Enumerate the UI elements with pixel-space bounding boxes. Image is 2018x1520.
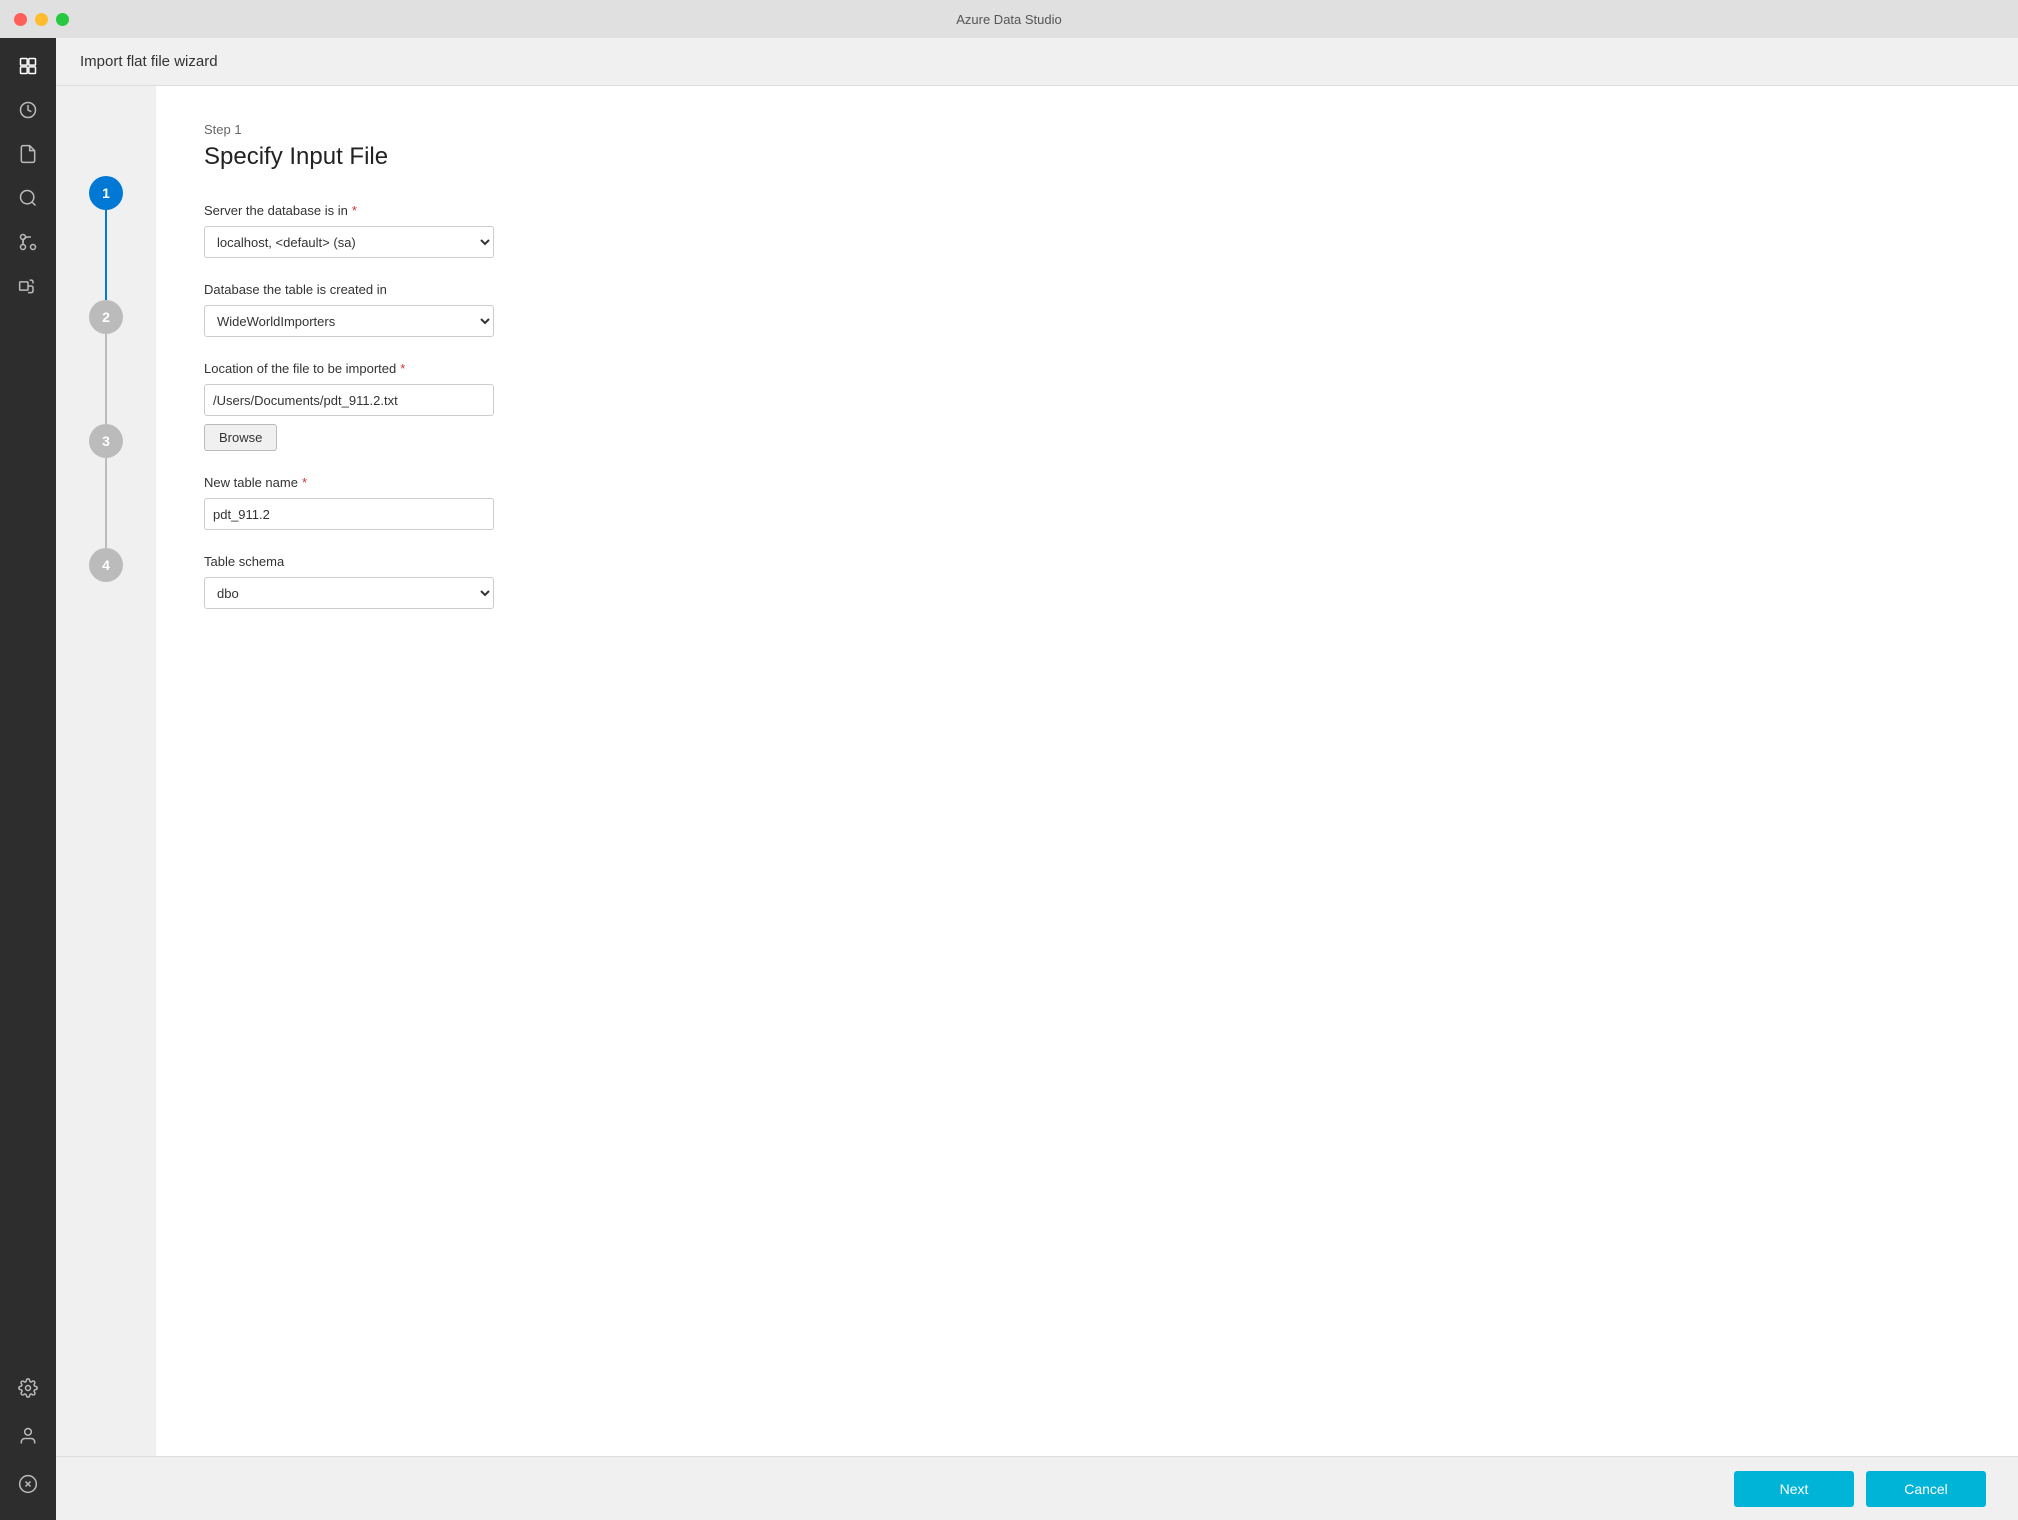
minimize-button[interactable]	[35, 13, 48, 26]
cancel-button[interactable]: Cancel	[1866, 1471, 1986, 1507]
new-table-required-star: *	[302, 475, 307, 490]
traffic-lights	[14, 13, 69, 26]
step-2: 2	[89, 300, 123, 424]
title-bar: Azure Data Studio	[0, 0, 2018, 38]
sidebar-icon-git[interactable]	[8, 222, 48, 262]
maximize-button[interactable]	[56, 13, 69, 26]
new-table-input[interactable]	[204, 498, 494, 530]
step-circle-4: 4	[89, 548, 123, 582]
sidebar-icon-files[interactable]	[8, 46, 48, 86]
sidebar-icon-settings[interactable]	[8, 1368, 48, 1408]
table-schema-form-group: Table schema dbo	[204, 554, 1970, 609]
header-bar: Import flat file wizard	[56, 38, 2018, 86]
wizard-title: Import flat file wizard	[80, 53, 218, 70]
database-label: Database the table is created in	[204, 282, 1970, 297]
step-3: 3	[89, 424, 123, 548]
file-location-label: Location of the file to be imported *	[204, 361, 1970, 376]
step-label: Step 1	[204, 122, 1970, 137]
window-title: Azure Data Studio	[956, 12, 1062, 27]
sidebar	[0, 38, 56, 1520]
table-schema-select[interactable]: dbo	[204, 577, 494, 609]
step-line-3-4	[105, 458, 107, 548]
footer: Next Cancel	[56, 1456, 2018, 1520]
sidebar-icon-error[interactable]	[8, 1464, 48, 1504]
step-circle-2: 2	[89, 300, 123, 334]
sidebar-icon-account[interactable]	[8, 1416, 48, 1456]
new-table-label: New table name *	[204, 475, 1970, 490]
database-form-group: Database the table is created in WideWor…	[204, 282, 1970, 337]
sidebar-icon-search[interactable]	[8, 178, 48, 218]
browse-button[interactable]: Browse	[204, 424, 277, 451]
server-form-group: Server the database is in * localhost, <…	[204, 203, 1970, 258]
step-line-1-2	[105, 210, 107, 300]
step-circle-3: 3	[89, 424, 123, 458]
step-title: Specify Input File	[204, 143, 1970, 171]
step-4: 4	[89, 548, 123, 582]
server-select[interactable]: localhost, <default> (sa)	[204, 226, 494, 258]
step-indicator: 1 2 3	[56, 86, 156, 1456]
step-1: 1	[89, 176, 123, 300]
sidebar-icon-history[interactable]	[8, 90, 48, 130]
server-required-star: *	[352, 203, 357, 218]
step-line-2-3	[105, 334, 107, 424]
table-schema-label: Table schema	[204, 554, 1970, 569]
close-button[interactable]	[14, 13, 27, 26]
database-select[interactable]: WideWorldImporters	[204, 305, 494, 337]
file-location-input[interactable]	[204, 384, 494, 416]
file-location-form-group: Location of the file to be imported * Br…	[204, 361, 1970, 451]
step-circle-1: 1	[89, 176, 123, 210]
next-button[interactable]: Next	[1734, 1471, 1854, 1507]
wizard-content: Step 1 Specify Input File Server the dat…	[156, 86, 2018, 1456]
sidebar-icon-document[interactable]	[8, 134, 48, 174]
sidebar-icon-extensions[interactable]	[8, 266, 48, 306]
server-label: Server the database is in *	[204, 203, 1970, 218]
new-table-form-group: New table name *	[204, 475, 1970, 530]
file-location-required-star: *	[400, 361, 405, 376]
